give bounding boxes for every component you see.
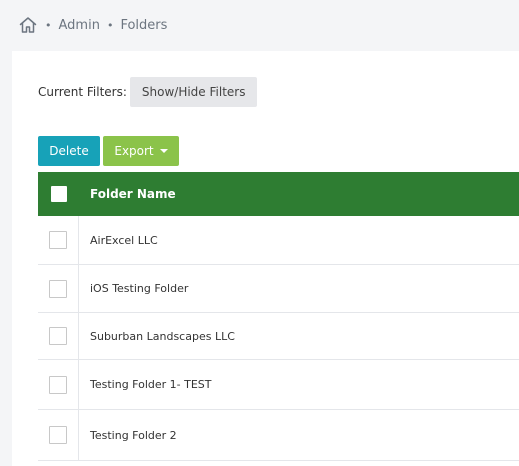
folders-table: Folder Name AirExcel LLC iOS Testing Fol…	[38, 172, 519, 461]
breadcrumb: • Admin • Folders	[18, 14, 167, 36]
table-row[interactable]: Testing Folder 1- TEST	[38, 360, 519, 410]
export-button-label: Export	[114, 144, 154, 158]
row-check-cell	[38, 360, 79, 409]
table-row[interactable]: iOS Testing Folder	[38, 265, 519, 313]
folder-name-cell[interactable]: Testing Folder 1- TEST	[79, 360, 212, 409]
header-check-cell	[38, 186, 78, 202]
breadcrumb-separator: •	[45, 18, 52, 32]
row-checkbox[interactable]	[49, 231, 67, 249]
table-row[interactable]: AirExcel LLC	[38, 216, 519, 265]
show-hide-filters-button[interactable]: Show/Hide Filters	[129, 77, 258, 107]
row-check-cell	[38, 265, 79, 312]
filters-bar: Current Filters: Show/Hide Filters	[38, 77, 258, 107]
delete-button[interactable]: Delete	[38, 136, 100, 166]
breadcrumb-folders[interactable]: Folders	[120, 18, 167, 33]
breadcrumb-separator: •	[106, 18, 114, 32]
row-checkbox[interactable]	[49, 279, 67, 298]
folder-name-cell[interactable]: AirExcel LLC	[79, 216, 158, 264]
caret-down-icon	[159, 149, 168, 153]
export-button[interactable]: Export	[103, 136, 179, 166]
action-bar: Delete Export	[38, 136, 179, 166]
row-check-cell	[38, 313, 79, 359]
row-checkbox[interactable]	[49, 327, 67, 345]
row-check-cell	[38, 216, 79, 264]
breadcrumb-admin[interactable]: Admin	[59, 18, 100, 33]
content-panel: Current Filters: Show/Hide Filters Delet…	[12, 51, 519, 466]
table-row[interactable]: Suburban Landscapes LLC	[38, 313, 519, 360]
row-checkbox[interactable]	[49, 426, 67, 444]
row-checkbox[interactable]	[49, 375, 67, 394]
folder-name-cell[interactable]: Suburban Landscapes LLC	[79, 313, 235, 359]
column-header-folder-name[interactable]: Folder Name	[78, 187, 176, 201]
row-check-cell	[38, 410, 79, 460]
table-header: Folder Name	[38, 172, 519, 216]
folder-name-cell[interactable]: Testing Folder 2	[79, 410, 177, 460]
folder-name-cell[interactable]: iOS Testing Folder	[79, 265, 188, 312]
select-all-checkbox[interactable]	[50, 186, 67, 202]
current-filters-label: Current Filters:	[38, 85, 127, 99]
home-icon[interactable]	[18, 15, 38, 35]
table-row[interactable]: Testing Folder 2	[38, 410, 519, 461]
